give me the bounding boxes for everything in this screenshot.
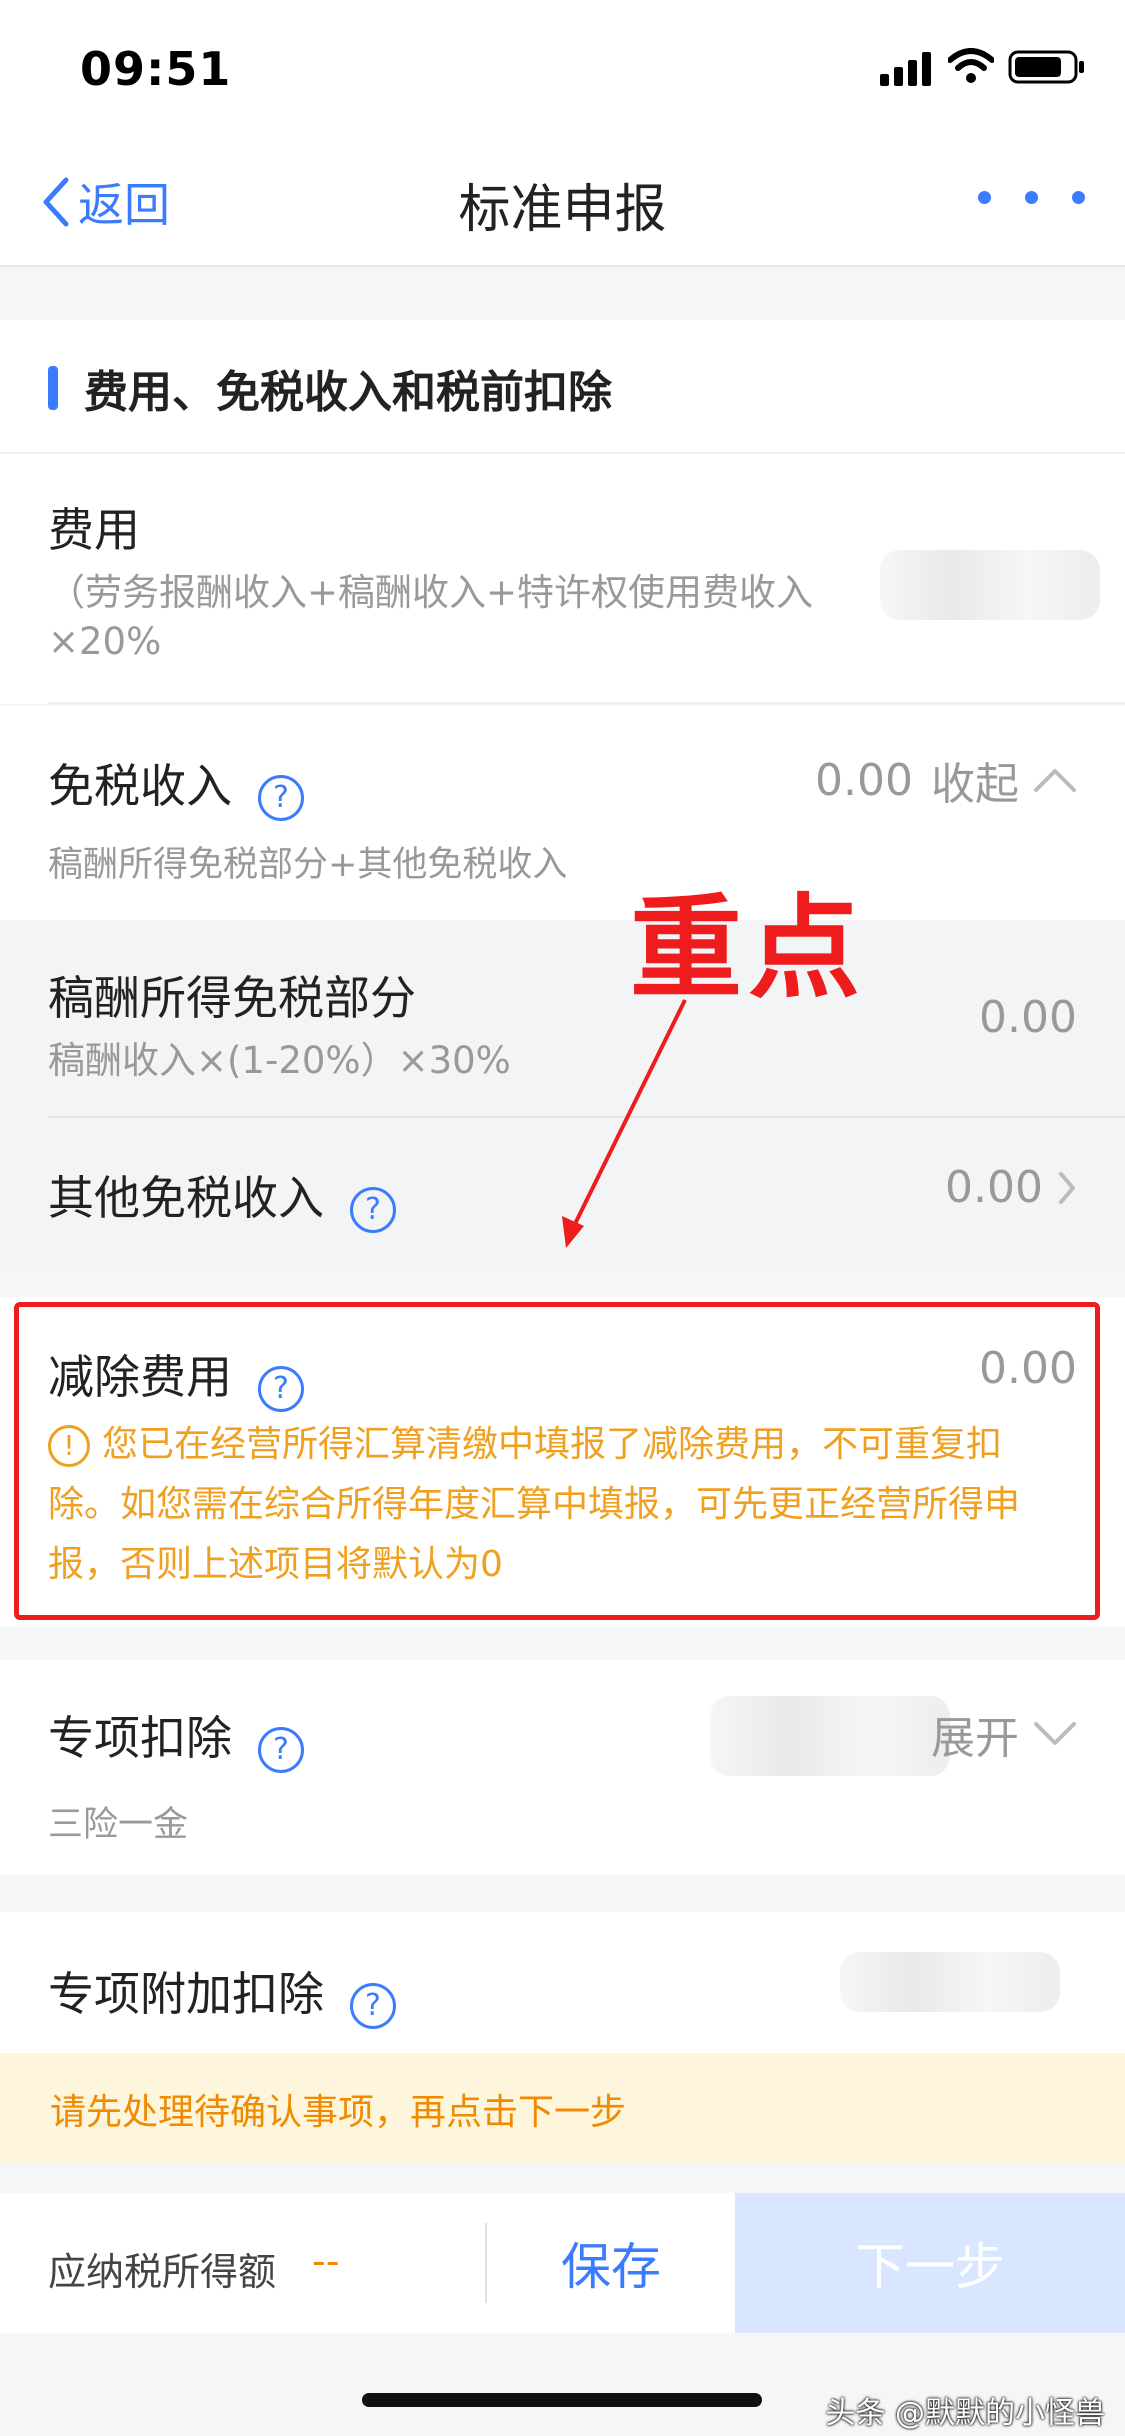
highlight-box: [14, 1302, 1100, 1620]
additional-title: 专项附加扣除?: [48, 1958, 396, 2029]
section-accent-bar: [48, 366, 58, 410]
chevron-up-icon: [1034, 769, 1076, 792]
status-bar: 09:51: [0, 0, 1125, 135]
tax-free-row[interactable]: 免税收入? 0.00 收起 稿酬所得免税部分+其他免税收入: [0, 706, 1125, 920]
taxable-label: 应纳税所得额: [48, 2250, 277, 2294]
home-indicator[interactable]: [362, 2393, 762, 2407]
section-title: 费用、免税收入和税前扣除: [84, 367, 612, 418]
other-free-value-wrap: 0.00: [945, 1162, 1077, 1213]
save-button[interactable]: 保存: [487, 2193, 735, 2333]
help-icon[interactable]: ?: [258, 1726, 304, 1773]
help-icon[interactable]: ?: [350, 1186, 396, 1233]
collapse-label: 收起: [931, 759, 1019, 810]
royalty-free-label: 稿酬所得免税部分: [48, 971, 416, 1025]
special-desc: 三险一金: [48, 1805, 189, 1845]
section-header: 费用、免税收入和税前扣除: [0, 320, 1125, 454]
more-button[interactable]: [978, 191, 1085, 204]
help-icon[interactable]: ?: [350, 1982, 396, 2029]
chevron-down-icon: [1034, 1722, 1076, 1745]
notice-text: 请先处理待确认事项，再点击下一步: [50, 2092, 627, 2133]
special-title: 专项扣除?: [48, 1702, 304, 1773]
special-label: 专项扣除: [48, 1711, 232, 1765]
special-deduction-row[interactable]: 专项扣除? 展开 三险一金: [0, 1660, 1125, 1875]
additional-deduction-row[interactable]: 专项附加扣除?: [0, 1912, 1125, 2053]
nav-bar: 返回 标准申报: [0, 135, 1125, 267]
taxable-value: --: [312, 2239, 340, 2283]
bottom-bar: 应纳税所得额 -- 保存 下一步: [0, 2193, 1125, 2333]
other-free-title: 其他免税收入?: [48, 1162, 396, 1233]
other-free-label: 其他免税收入: [48, 1171, 324, 1225]
tax-free-value: 0.00: [815, 754, 913, 806]
signal-icon: [880, 52, 932, 90]
other-free-value: 0.00: [945, 1162, 1043, 1213]
royalty-free-formula: 稿酬收入×(1-20%）×30%: [48, 1039, 511, 1082]
more-dot-icon: [1072, 191, 1085, 204]
battery-icon: [1008, 50, 1086, 88]
tax-free-title: 免税收入?: [48, 750, 304, 821]
notice-banner: 请先处理待确认事项，再点击下一步: [0, 2053, 1125, 2163]
annotation-arrow: [562, 999, 687, 1248]
help-icon[interactable]: ?: [258, 774, 304, 821]
tax-free-label: 免税收入: [48, 759, 232, 813]
royalty-free-value: 0.00: [979, 992, 1077, 1043]
divider: [48, 702, 1125, 704]
more-dot-icon: [1025, 191, 1038, 204]
fee-row: 费用 （劳务报酬收入+稿酬收入+特许权使用费收入 ×20%: [0, 454, 1125, 704]
more-dot-icon: [978, 191, 991, 204]
blurred-value: [840, 1952, 1060, 2012]
blurred-value: [880, 550, 1100, 620]
tax-free-toggle[interactable]: 0.00 收起: [815, 748, 1077, 812]
fee-formula: （劳务报酬收入+稿酬收入+特许权使用费收入: [48, 571, 814, 614]
page-title: 标准申报: [458, 180, 667, 240]
status-time: 09:51: [80, 42, 232, 96]
watermark: 头条 @默默的小怪兽: [825, 2396, 1105, 2431]
blurred-value: [710, 1696, 950, 1776]
tax-free-desc: 稿酬所得免税部分+其他免税收入: [48, 845, 568, 885]
expand-label: 展开: [931, 1713, 1019, 1764]
chevron-right-icon: [1059, 1171, 1075, 1204]
special-toggle[interactable]: 展开: [931, 1702, 1077, 1766]
additional-label: 专项附加扣除: [48, 1967, 324, 2021]
wifi-icon: [947, 48, 995, 88]
next-step-button[interactable]: 下一步: [735, 2193, 1125, 2333]
fee-formula-suffix: ×20%: [48, 620, 162, 663]
fee-label: 费用: [48, 503, 140, 557]
